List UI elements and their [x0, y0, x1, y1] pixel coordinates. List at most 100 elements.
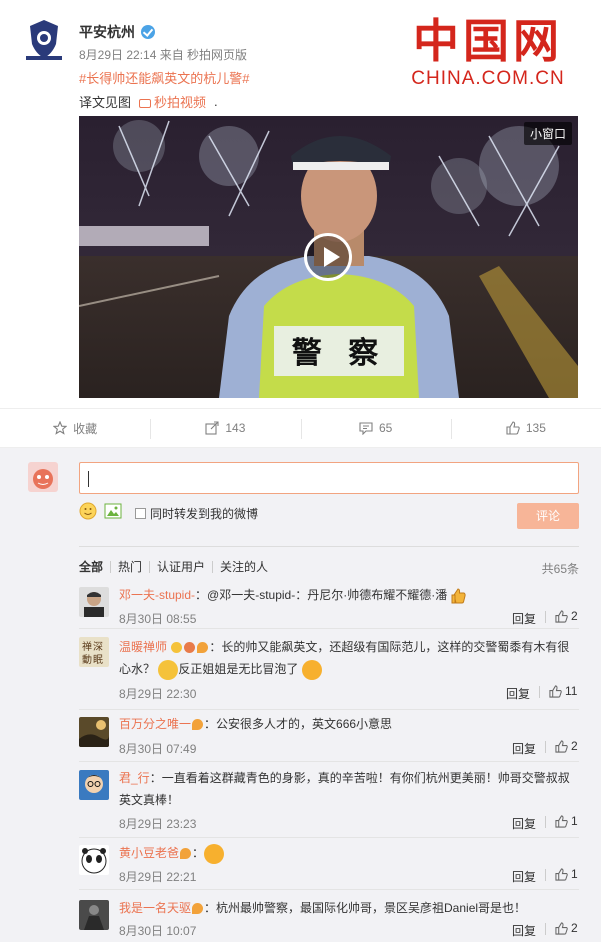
comment-item: 禅深動眠 温暖禅师 ：长的帅又能飙英文，还超级有国际范儿，这样的交警蜀黍有木有很…	[79, 637, 579, 710]
commenter-avatar[interactable]	[79, 587, 109, 617]
video-icon	[139, 99, 152, 109]
thumb-up-icon	[549, 684, 562, 698]
comment-text: ：	[192, 846, 205, 860]
commenter-name[interactable]: 黄小豆老爸	[119, 846, 179, 860]
reply-button[interactable]: 回复	[512, 922, 536, 939]
my-avatar[interactable]	[28, 462, 58, 492]
translation-text: 译文见图	[79, 95, 132, 110]
reply-button[interactable]: 回复	[512, 740, 536, 757]
svg-text:眠: 眠	[93, 654, 103, 666]
comment-time: 8月30日 07:49	[119, 742, 197, 756]
commenter-name[interactable]: 温暖禅师	[119, 640, 167, 654]
svg-text:深: 深	[93, 641, 103, 653]
comment-input[interactable]	[79, 462, 579, 494]
comment-icon	[359, 422, 373, 435]
also-forward-checkbox[interactable]: 同时转发到我的微博	[135, 505, 258, 522]
thumb-up-icon	[555, 814, 568, 828]
comment-like-button[interactable]: 2	[555, 609, 578, 623]
balloon-badge-icon	[197, 642, 209, 654]
author-name-row: 平安杭州	[79, 22, 155, 42]
comment-text-cont: 反正姐姐是无比冒泡了	[178, 662, 299, 676]
reply-button[interactable]: 回复	[506, 685, 530, 702]
comment-time: 8月30日 10:07	[119, 924, 197, 938]
emoji-icon[interactable]	[79, 502, 97, 523]
author-avatar[interactable]	[20, 16, 68, 64]
comment-time: 8月29日 22:30	[119, 687, 197, 701]
commenter-avatar[interactable]	[79, 845, 109, 875]
commenter-name[interactable]: 邓一夫-stupid-	[119, 588, 195, 602]
star-icon	[53, 421, 68, 435]
comment-total: 共65条	[541, 562, 579, 576]
vip-badge-icon	[171, 642, 183, 654]
video-link[interactable]: 秒拍视频	[139, 92, 206, 111]
thumb-up-icon	[555, 867, 568, 881]
filter-hot[interactable]: 热门	[110, 561, 149, 573]
comment-time: 8月29日 22:21	[119, 870, 197, 884]
image-icon[interactable]	[104, 503, 122, 522]
comment-like-button[interactable]: 1	[555, 814, 578, 828]
share-icon	[205, 421, 219, 435]
filter-all[interactable]: 全部	[79, 561, 110, 573]
reply-button[interactable]: 回复	[512, 868, 536, 885]
small-window-button[interactable]: 小窗口	[523, 122, 572, 145]
commenter-avatar[interactable]	[79, 770, 109, 800]
reply-button[interactable]: 回复	[512, 610, 536, 627]
commenter-avatar[interactable]	[79, 717, 109, 747]
video-player[interactable]: 警 察 小窗口	[79, 116, 578, 398]
watermark-logo: 中国网 CHINA.COM.CN	[393, 14, 583, 90]
comment-time: 8月30日 08:55	[119, 612, 197, 626]
thumb-up-icon	[555, 739, 568, 753]
thumbs-up-emoji-icon	[451, 588, 466, 604]
favorite-button[interactable]: 收藏	[0, 409, 150, 447]
comment-item: 君_行：一直看着这群藏青色的身影，真的辛苦啦！有你们杭州更美丽！帅哥交警叔叔英文…	[79, 770, 579, 838]
thinking-emoji-icon	[158, 659, 179, 680]
svg-text:禅: 禅	[82, 640, 92, 653]
member-badge-icon	[184, 642, 196, 654]
balloon-badge-icon	[192, 903, 204, 915]
comment-text: ：杭州最帅警察，最国际化帅哥，景区吴彦祖Daniel哥是也！	[204, 901, 527, 915]
commenter-name[interactable]: 我是一名天驱	[119, 901, 191, 915]
post-meta: 8月29日 22:14 来自 秒拍网页版	[79, 48, 248, 62]
comment-item: 百万分之唯一 ：公安很多人才的，英文666小意思 8月30日 07:49 回复 2	[79, 717, 579, 762]
thumb-up-icon	[506, 421, 520, 435]
reply-button[interactable]: 回复	[512, 815, 536, 832]
comment-item: 我是一名天驱 ：杭州最帅警察，最国际化帅哥，景区吴彦祖Daniel哥是也！ 8月3…	[79, 900, 579, 942]
balloon-badge-icon	[192, 719, 204, 731]
comment-item: 黄小豆老爸 ： 8月29日 22:21 回复 1	[79, 843, 579, 890]
commenter-avatar[interactable]: 禅深動眠	[79, 637, 109, 667]
verified-icon	[141, 25, 155, 39]
laughing-emoji-icon	[204, 843, 225, 864]
comment-text: ：一直看着这群藏青色的身影，真的辛苦啦！有你们杭州更美丽！帅哥交警叔叔英文真棒！	[119, 771, 570, 807]
hashtag-link[interactable]: #长得帅还能飙英文的杭儿警#	[79, 68, 249, 87]
commenter-avatar[interactable]	[79, 900, 109, 930]
vest-label: 警 察	[291, 336, 387, 371]
comment-text: ：公安很多人才的，英文666小意思	[204, 717, 393, 731]
heart-eyes-emoji-icon	[301, 659, 322, 680]
comment-like-button[interactable]: 2	[555, 739, 578, 753]
commenter-name[interactable]: 君_行	[119, 771, 150, 785]
action-bar: 收藏 143 65 135	[0, 408, 601, 448]
filter-following[interactable]: 关注的人	[212, 561, 275, 573]
comment-text: ：@邓一夫-stupid-：丹尼尔·帅德布耀不耀德·潘	[195, 588, 448, 602]
comment-time: 8月29日 23:23	[119, 817, 197, 831]
author-name[interactable]: 平安杭州	[79, 22, 135, 42]
comment-like-button[interactable]: 11	[549, 684, 577, 698]
filter-verified[interactable]: 认证用户	[149, 561, 212, 573]
thumb-up-icon	[555, 921, 568, 935]
thumb-up-icon	[555, 609, 568, 623]
submit-comment-button[interactable]: 评论	[517, 503, 579, 529]
checkbox-box[interactable]	[135, 508, 146, 519]
comment-filter-tabs: 全部 热门 认证用户 关注的人	[79, 546, 579, 573]
comment-button[interactable]: 65	[300, 409, 451, 447]
share-button[interactable]: 143	[150, 409, 300, 447]
comment-like-button[interactable]: 2	[555, 921, 578, 935]
watermark-en: CHINA.COM.CN	[411, 68, 565, 89]
play-button[interactable]	[304, 233, 352, 281]
comment-like-button[interactable]: 1	[555, 867, 578, 881]
post-text-line: 译文见图 秒拍视频 .	[79, 92, 218, 111]
commenter-name[interactable]: 百万分之唯一	[119, 717, 191, 731]
balloon-badge-icon	[180, 848, 192, 860]
watermark-cn: 中国网	[413, 14, 563, 68]
like-button[interactable]: 135	[450, 409, 601, 447]
svg-text:動: 動	[82, 653, 92, 666]
